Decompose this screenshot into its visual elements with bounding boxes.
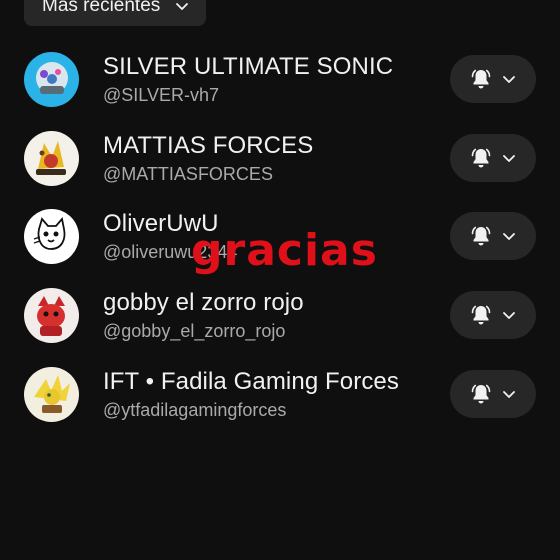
channel-row[interactable]: IFT • Fadila Gaming Forces @ytfadilagami… <box>0 367 560 446</box>
sort-label: Más recientes <box>42 0 161 16</box>
notification-settings-button[interactable] <box>450 291 536 339</box>
notification-settings-button[interactable] <box>450 212 536 260</box>
avatar[interactable] <box>24 131 79 186</box>
bell-icon <box>471 305 491 325</box>
channel-handle: @gobby_el_zorro_rojo <box>103 321 286 341</box>
sort-dropdown[interactable]: Más recientes <box>24 0 207 26</box>
overlay-caption: gracias <box>191 225 378 276</box>
bell-icon <box>471 148 491 168</box>
channel-row[interactable]: MATTIAS FORCES @MATTIASFORCES <box>0 131 560 210</box>
channel-row[interactable]: gobby el zorro rojo @gobby_el_zorro_rojo <box>0 288 560 367</box>
avatar[interactable] <box>24 367 79 422</box>
chevron-down-icon <box>503 312 515 319</box>
chevron-down-icon <box>503 233 515 240</box>
channel-handle: @SILVER-vh7 <box>103 85 219 105</box>
channel-name[interactable]: IFT • Fadila Gaming Forces <box>103 368 399 396</box>
chevron-down-icon <box>176 3 189 10</box>
channel-name[interactable]: gobby el zorro rojo <box>103 289 304 317</box>
avatar[interactable] <box>24 209 79 264</box>
chevron-down-icon <box>503 76 515 83</box>
bell-icon <box>471 384 491 404</box>
avatar[interactable] <box>24 52 79 107</box>
channel-handle: @MATTIASFORCES <box>103 164 273 184</box>
bell-icon <box>471 69 491 89</box>
channel-name[interactable]: SILVER ULTIMATE SONIC <box>103 53 393 81</box>
notification-settings-button[interactable] <box>450 134 536 182</box>
avatar[interactable] <box>24 288 79 343</box>
channel-name[interactable]: MATTIAS FORCES <box>103 132 313 160</box>
notification-settings-button[interactable] <box>450 55 536 103</box>
notification-settings-button[interactable] <box>450 370 536 418</box>
chevron-down-icon <box>503 391 515 398</box>
chevron-down-icon <box>503 155 515 162</box>
bell-icon <box>471 226 491 246</box>
channel-handle: @ytfadilagamingforces <box>103 400 287 420</box>
channel-row[interactable]: SILVER ULTIMATE SONIC @SILVER-vh7 <box>0 52 560 131</box>
